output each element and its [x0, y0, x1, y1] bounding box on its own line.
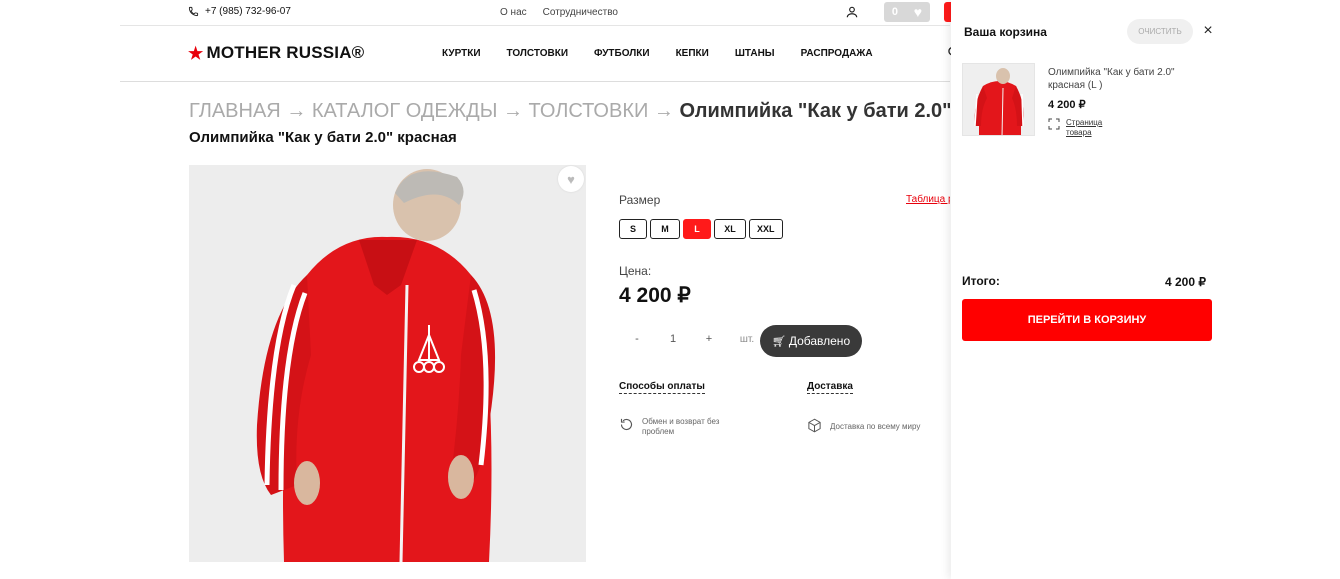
- product-title: Олимпийка "Как у бати 2.0" красная: [189, 129, 457, 146]
- nav-item-jackets[interactable]: КУРТКИ: [442, 48, 481, 59]
- breadcrumb-home[interactable]: ГЛАВНАЯ: [189, 100, 281, 122]
- nav-item-hoodies[interactable]: ТОЛСТОВКИ: [507, 48, 569, 59]
- nav-item-caps[interactable]: КЕПКИ: [676, 48, 709, 59]
- package-icon: [808, 418, 821, 433]
- qty-minus-button[interactable]: -: [619, 333, 655, 345]
- feature-return: Обмен и возврат без проблем: [619, 417, 759, 436]
- size-option-xxl[interactable]: XXL: [749, 219, 783, 239]
- breadcrumb-separator: →: [653, 100, 674, 122]
- star-icon: ★: [188, 43, 204, 63]
- total-value: 4 200 ₽: [1165, 275, 1206, 289]
- product-image[interactable]: [189, 165, 586, 562]
- phone-icon: [188, 6, 199, 17]
- breadcrumb: ГЛАВНАЯ → КАТАЛОГ ОДЕЖДЫ → ТОЛСТОВКИ → О…: [189, 100, 950, 123]
- quantity-stepper: - 1 + шт.: [619, 333, 767, 345]
- cart-drawer: Ваша корзина ОЧИСТИТЬ × Олимпийка "Как у…: [951, 0, 1340, 579]
- size-selector: S M L XL XXL: [619, 219, 783, 239]
- product-price: 4 200 ₽: [619, 284, 691, 307]
- qty-input[interactable]: 1: [655, 333, 691, 345]
- size-table-link[interactable]: Таблица размеров: [906, 194, 950, 205]
- cart-icon: 🛒︎: [771, 335, 786, 348]
- nav-item-tshirts[interactable]: ФУТБОЛКИ: [594, 48, 650, 59]
- heart-icon: ♥: [913, 4, 923, 20]
- nav-item-sale[interactable]: РАСПРОДАЖА: [801, 48, 873, 59]
- heart-icon: ♥: [567, 171, 575, 187]
- breadcrumb-current: Олимпийка "Как у бати 2.0" красная: [679, 100, 950, 122]
- clear-cart-button[interactable]: ОЧИСТИТЬ: [1127, 19, 1193, 44]
- cart-item-name[interactable]: Олимпийка "Как у бати 2.0" красная (L ): [1048, 66, 1198, 92]
- top-bar: +7 (985) 732-96-07 О нас Сотрудничество …: [120, 0, 954, 26]
- go-to-cart-button[interactable]: ПЕРЕЙТИ В КОРЗИНУ: [962, 299, 1212, 341]
- wishlist-count: 0: [891, 6, 899, 18]
- top-links: О нас Сотрудничество: [500, 7, 618, 18]
- jacket-illustration: [189, 165, 586, 562]
- breadcrumb-hoodies[interactable]: ТОЛСТОВКИ: [529, 100, 649, 122]
- size-option-xl[interactable]: XL: [714, 219, 746, 239]
- breadcrumb-catalog[interactable]: КАТАЛОГ ОДЕЖДЫ: [312, 100, 498, 122]
- size-option-l[interactable]: L: [683, 219, 711, 239]
- size-option-m[interactable]: M: [650, 219, 680, 239]
- logo[interactable]: ★ MOTHER RUSSIA®: [188, 43, 364, 63]
- qty-plus-button[interactable]: +: [691, 333, 727, 345]
- logo-text: MOTHER RUSSIA®: [206, 43, 365, 62]
- close-icon[interactable]: ×: [1201, 23, 1215, 39]
- delivery-link[interactable]: Доставка: [807, 381, 853, 394]
- cart-item-page-link-text: Страница товара: [1066, 118, 1103, 137]
- feature-delivery-text: Доставка по всему миру: [830, 422, 921, 431]
- favorite-button[interactable]: ♥: [558, 166, 584, 192]
- cart-item-price: 4 200 ₽: [1048, 99, 1086, 111]
- phone-link[interactable]: +7 (985) 732-96-07: [188, 6, 291, 17]
- cooperation-link[interactable]: Сотрудничество: [543, 7, 618, 18]
- wishlist-button[interactable]: 0 ♥: [884, 2, 930, 22]
- feature-delivery: Доставка по всему миру: [807, 418, 947, 433]
- added-label: Добавлено: [788, 334, 851, 348]
- added-to-cart-button[interactable]: 🛒︎ Добавлено: [760, 325, 862, 357]
- price-label: Цена:: [619, 264, 652, 278]
- phone-number: +7 (985) 732-96-07: [205, 6, 291, 17]
- cart-item-thumbnail[interactable]: [962, 63, 1035, 136]
- breadcrumb-separator: →: [502, 100, 523, 122]
- cart-jacket-thumb: [963, 64, 1034, 135]
- expand-icon: [1048, 118, 1060, 130]
- payment-methods-link[interactable]: Способы оплаты: [619, 381, 705, 394]
- total-label: Итого:: [962, 274, 1000, 288]
- page: +7 (985) 732-96-07 О нас Сотрудничество …: [0, 0, 1340, 579]
- cart-title: Ваша корзина: [964, 25, 1047, 39]
- size-label: Размер: [619, 193, 661, 207]
- nav-item-pants[interactable]: ШТАНЫ: [735, 48, 775, 59]
- user-icon[interactable]: [845, 5, 859, 19]
- size-option-s[interactable]: S: [619, 219, 647, 239]
- refresh-icon: [620, 418, 633, 431]
- cart-item-page-link[interactable]: Страница товара: [1048, 118, 1116, 137]
- breadcrumb-separator: →: [286, 100, 307, 122]
- about-link[interactable]: О нас: [500, 7, 527, 18]
- main-nav: КУРТКИ ТОЛСТОВКИ ФУТБОЛКИ КЕПКИ ШТАНЫ РА…: [442, 48, 873, 59]
- feature-return-text: Обмен и возврат без проблем: [642, 417, 720, 436]
- header: ★ MOTHER RUSSIA® КУРТКИ ТОЛСТОВКИ ФУТБОЛ…: [120, 26, 956, 82]
